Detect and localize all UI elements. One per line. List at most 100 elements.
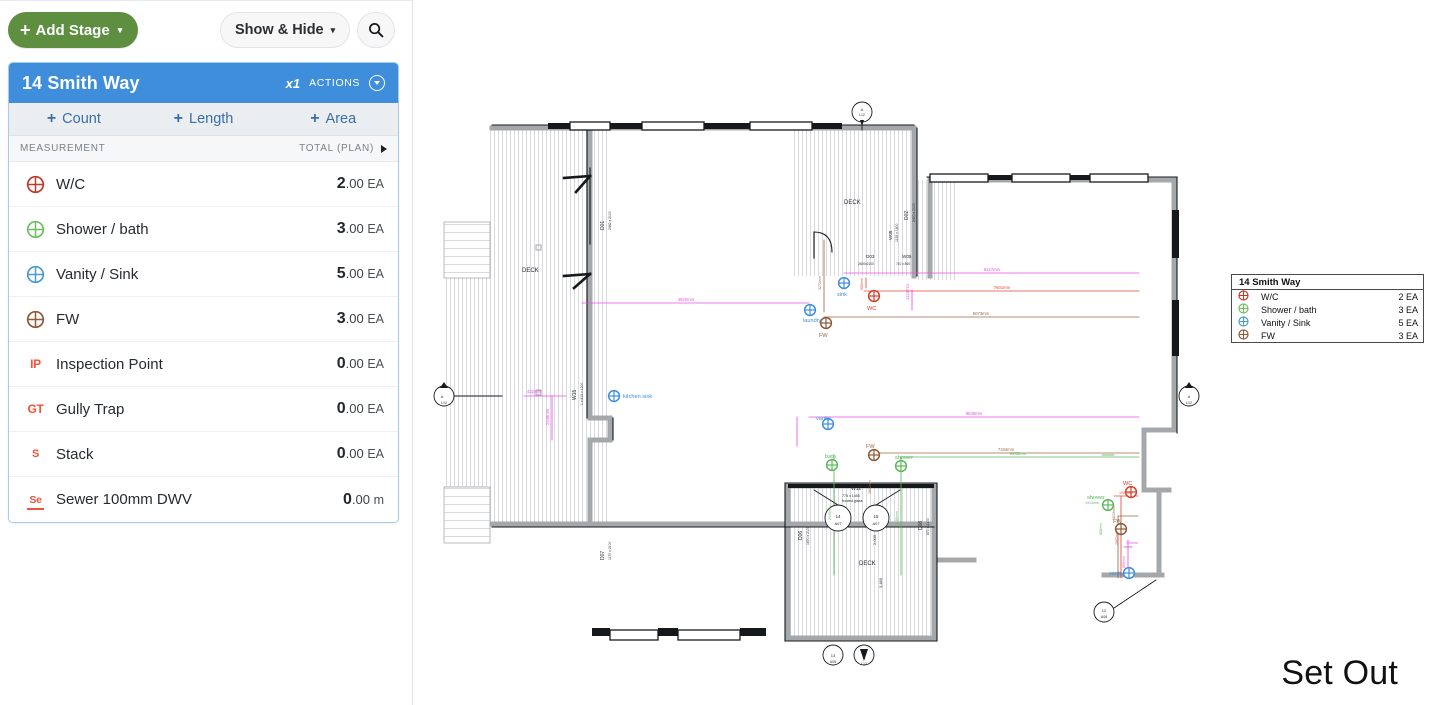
legend-value: 3 EA <box>1398 330 1418 341</box>
svg-text:3,480: 3,480 <box>878 577 883 588</box>
svg-text:W08: W08 <box>888 230 893 240</box>
svg-text:A: A <box>1188 394 1191 399</box>
svg-text:2602mm: 2602mm <box>868 480 872 494</box>
crosshair-circle-icon <box>1238 290 1251 303</box>
measurement-value-frac: .00 <box>345 311 364 326</box>
svg-text:WC: WC <box>867 306 876 312</box>
legend-value: 3 EA <box>1398 304 1418 315</box>
svg-text:A06: A06 <box>830 660 836 664</box>
svg-text:W12: W12 <box>851 486 862 492</box>
column-header-measurement: MEASUREMENT <box>20 143 106 154</box>
measurement-row[interactable]: Se Sewer 100mm DWV 0.00 m <box>9 477 398 522</box>
svg-text:2433mm: 2433mm <box>828 506 832 520</box>
measurement-row[interactable]: W/C 2.00 EA <box>9 162 398 207</box>
measurement-unit: EA <box>367 267 384 281</box>
svg-text:700mm: 700mm <box>1126 541 1138 545</box>
plus-icon: + <box>173 110 183 127</box>
svg-text:sink: sink <box>837 292 847 298</box>
sheet-title: Set Out <box>1281 654 1398 692</box>
svg-text:DECK: DECK <box>844 200 861 206</box>
measurement-row[interactable]: FW 3.00 EA <box>9 297 398 342</box>
measurement-row[interactable]: Vanity / Sink 5.00 EA <box>9 252 398 297</box>
svg-text:13: 13 <box>831 653 836 658</box>
se-underline-icon: Se <box>26 494 45 510</box>
expand-columns-icon[interactable] <box>381 144 387 153</box>
svg-text:2400 x 2100: 2400 x 2100 <box>912 203 916 222</box>
svg-text:bath: bath <box>825 454 836 460</box>
svg-text:L12: L12 <box>1186 401 1192 405</box>
svg-text:A: A <box>441 394 444 399</box>
svg-text:A06: A06 <box>1101 615 1107 619</box>
measurement-value-frac: .00 <box>345 176 364 191</box>
s-label-icon: S <box>31 448 40 460</box>
add-count-button[interactable]: + Count <box>9 110 139 128</box>
svg-text:A07: A07 <box>872 521 880 526</box>
svg-text:2442 x 2100: 2442 x 2100 <box>608 211 612 230</box>
svg-text:7601mm: 7601mm <box>994 285 1011 290</box>
svg-text:WC: WC <box>1123 481 1132 487</box>
plan-takeoff-app: + Add Stage ▾ Show & Hide ▾ 14 Smith Way… <box>0 0 1440 705</box>
measurement-value-whole: 0 <box>336 355 346 372</box>
floor-plan-drawing: DECK DECK DECK W12 775 x 1455 frosted gl… <box>433 101 1200 666</box>
svg-text:808mm: 808mm <box>1099 523 1103 535</box>
svg-text:D02: D02 <box>904 211 910 220</box>
legend-name: W/C <box>1261 291 1279 302</box>
measurement-name: Shower / bath <box>56 220 149 238</box>
measurement-value-whole: 0 <box>342 490 352 508</box>
svg-text:A: A <box>861 107 864 112</box>
measurement-value-whole: 5 <box>336 265 346 282</box>
search-button[interactable] <box>357 12 395 48</box>
legend-row: FW 3 EA <box>1232 329 1423 342</box>
svg-text:FW: FW <box>819 333 828 339</box>
column-header-row: MEASUREMENT TOTAL (PLAN) <box>9 136 398 162</box>
svg-text:3273mm: 3273mm <box>818 276 822 290</box>
measurement-value-whole: 3 <box>336 220 346 237</box>
svg-text:14: 14 <box>835 514 841 519</box>
measurement-value-whole: 0 <box>336 445 346 462</box>
svg-text:DECK: DECK <box>522 268 539 274</box>
show-hide-button[interactable]: Show & Hide ▾ <box>220 12 351 48</box>
plus-icon: + <box>310 110 320 127</box>
stage-actions-label[interactable]: ACTIONS <box>309 77 360 89</box>
chevron-down-circle-icon[interactable] <box>369 75 385 91</box>
svg-text:shower: shower <box>1087 495 1105 501</box>
stage-title: 14 Smith Way <box>22 72 140 93</box>
svg-text:1135 x 1800: 1135 x 1800 <box>895 223 899 242</box>
legend-value: 2 EA <box>1398 291 1418 302</box>
measurement-name: Inspection Point <box>56 355 163 373</box>
measurement-unit: EA <box>367 222 384 236</box>
add-area-button[interactable]: + Area <box>268 110 398 128</box>
svg-text:6073mm: 6073mm <box>973 311 990 316</box>
stage-multiplier: x1 <box>285 75 301 91</box>
measurement-value-whole: 3 <box>336 310 346 327</box>
legend-name: Shower / bath <box>1261 304 1317 315</box>
measurement-row[interactable]: GT Gully Trap 0.00 EA <box>9 387 398 432</box>
svg-text:2097mm: 2097mm <box>1115 531 1119 545</box>
svg-text:775 x 1455: 775 x 1455 <box>842 494 860 498</box>
svg-text:2400x2100: 2400x2100 <box>858 262 874 266</box>
svg-text:laundry: laundry <box>803 318 822 324</box>
crosshair-circle-icon <box>1238 329 1251 342</box>
plan-canvas[interactable]: DECK DECK DECK W12 775 x 1455 frosted gl… <box>414 0 1440 705</box>
measurement-unit: EA <box>367 357 384 371</box>
svg-text:1124mm: 1124mm <box>905 284 910 300</box>
measurement-total: 3.00 EA <box>337 220 384 238</box>
stage-header[interactable]: 14 Smith Way x1 ACTIONS <box>9 63 398 103</box>
svg-text:kitchen sink: kitchen sink <box>623 394 652 400</box>
measurement-unit: EA <box>367 447 384 461</box>
legend-row: W/C 2 EA <box>1232 290 1423 303</box>
crosshair-circle-icon <box>26 310 45 329</box>
measurement-row[interactable]: S Stack 0.00 EA <box>9 432 398 477</box>
legend-title: 14 Smith Way <box>1232 275 1423 290</box>
svg-text:1170 x 2100: 1170 x 2100 <box>608 541 612 560</box>
svg-text:A07: A07 <box>834 521 842 526</box>
measurement-value-whole: 0 <box>336 400 346 417</box>
add-stage-button[interactable]: + Add Stage ▾ <box>8 12 139 48</box>
add-length-button[interactable]: + Length <box>139 110 269 128</box>
measurement-total: 2.00 EA <box>337 175 384 193</box>
plus-icon: + <box>46 110 57 127</box>
column-header-total: TOTAL (PLAN) <box>299 143 374 154</box>
measurement-row[interactable]: Shower / bath 3.00 EA <box>9 207 398 252</box>
chevron-down-icon: ▾ <box>117 24 123 35</box>
measurement-row[interactable]: IP Inspection Point 0.00 EA <box>9 342 398 387</box>
